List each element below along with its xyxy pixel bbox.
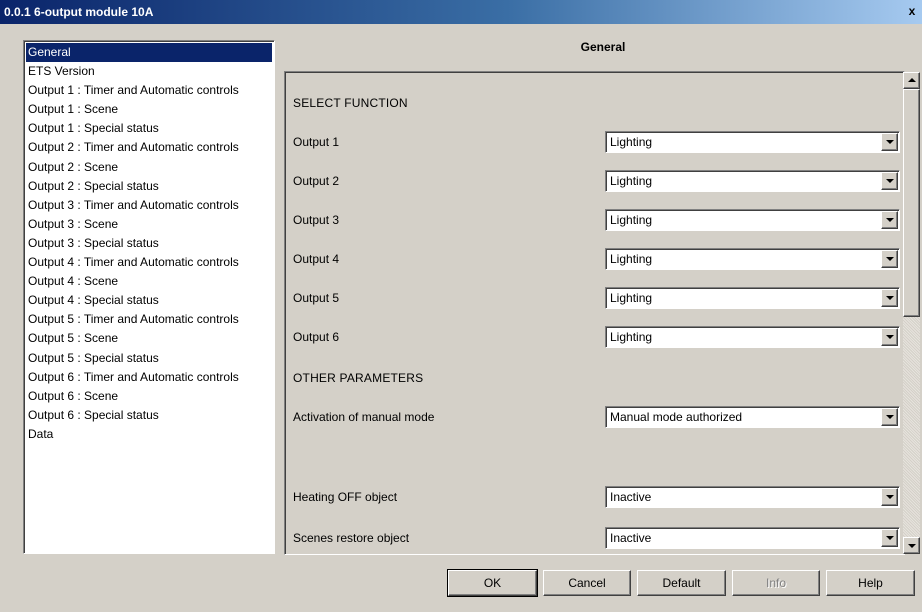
tree-item[interactable]: Output 2 : Scene (26, 158, 272, 177)
section-select-function: SELECT FUNCTION (293, 96, 408, 110)
output-6-value: Lighting (610, 330, 653, 344)
info-button[interactable]: Info (732, 570, 820, 596)
chevron-down-icon[interactable] (881, 250, 898, 268)
output-6-label: Output 6 (293, 330, 340, 344)
output-1-value: Lighting (610, 135, 653, 149)
section-other-parameters: OTHER PARAMETERS (293, 371, 424, 385)
output-5-row: Output 5 Lighting (293, 287, 900, 311)
heating-off-select[interactable]: Inactive (605, 486, 900, 508)
output-3-value: Lighting (610, 213, 653, 227)
tree-item[interactable]: Output 4 : Scene (26, 272, 272, 291)
tree-item[interactable]: Data (26, 425, 272, 444)
parameter-tree[interactable]: General ETS Version Output 1 : Timer and A… (23, 40, 275, 554)
tree-item[interactable]: Output 2 : Special status (26, 177, 272, 196)
ok-button[interactable]: OK (447, 569, 538, 597)
output-2-row: Output 2 Lighting (293, 170, 900, 194)
scroll-up-button[interactable] (903, 72, 920, 89)
output-3-row: Output 3 Lighting (293, 209, 900, 233)
chevron-down-icon[interactable] (881, 488, 898, 506)
tree-item[interactable]: Output 3 : Timer and Automatic controls (26, 196, 272, 215)
arrow-down-icon (908, 544, 916, 548)
tree-item[interactable]: ETS Version (26, 62, 272, 81)
heating-off-label: Heating OFF object (293, 490, 398, 504)
tree-item[interactable]: Output 4 : Special status (26, 291, 272, 310)
tree-item[interactable]: Output 1 : Special status (26, 119, 272, 138)
chevron-down-icon[interactable] (881, 328, 898, 346)
tree-item[interactable]: Output 5 : Special status (26, 349, 272, 368)
output-2-label: Output 2 (293, 174, 340, 188)
tree-item[interactable]: Output 1 : Scene (26, 100, 272, 119)
chevron-down-icon[interactable] (881, 289, 898, 307)
cancel-button[interactable]: Cancel (543, 570, 631, 596)
scenes-restore-select[interactable]: Inactive (605, 527, 900, 549)
chevron-down-icon[interactable] (881, 172, 898, 190)
tree-item[interactable]: Output 6 : Special status (26, 406, 272, 425)
output-4-value: Lighting (610, 252, 653, 266)
manual-mode-label: Activation of manual mode (293, 410, 435, 424)
output-6-select[interactable]: Lighting (605, 326, 900, 348)
output-3-label: Output 3 (293, 213, 340, 227)
scenes-restore-row: Scenes restore object Inactive (293, 527, 900, 551)
scrollbar-thumb[interactable] (903, 89, 920, 317)
output-5-label: Output 5 (293, 291, 340, 305)
close-button[interactable]: x (904, 4, 920, 18)
manual-mode-select[interactable]: Manual mode authorized (605, 406, 900, 428)
scenes-restore-value: Inactive (610, 531, 652, 545)
output-2-value: Lighting (610, 174, 653, 188)
chevron-down-icon[interactable] (881, 529, 898, 547)
output-1-select[interactable]: Lighting (605, 131, 900, 153)
tree-item[interactable]: Output 4 : Timer and Automatic controls (26, 253, 272, 272)
scenes-restore-label: Scenes restore object (293, 531, 410, 545)
tree-item[interactable]: Output 6 : Timer and Automatic controls (26, 368, 272, 387)
output-2-select[interactable]: Lighting (605, 170, 900, 192)
tree-item[interactable]: General (26, 43, 272, 63)
arrow-up-icon (908, 78, 916, 82)
scroll-down-button[interactable] (903, 537, 920, 554)
manual-mode-value: Manual mode authorized (610, 410, 743, 424)
tree-item[interactable]: Output 5 : Scene (26, 329, 272, 348)
window-title: 0.0.1 6-output module 10A (4, 5, 154, 19)
output-1-row: Output 1 Lighting (293, 131, 900, 155)
vertical-scrollbar[interactable] (903, 72, 920, 554)
output-4-label: Output 4 (293, 252, 340, 266)
output-5-value: Lighting (610, 291, 653, 305)
tree-item[interactable]: Output 3 : Special status (26, 234, 272, 253)
title-bar: 0.0.1 6-output module 10A x (0, 0, 922, 24)
chevron-down-icon[interactable] (881, 211, 898, 229)
output-5-select[interactable]: Lighting (605, 287, 900, 309)
chevron-down-icon[interactable] (881, 133, 898, 151)
tree-item[interactable]: Output 1 : Timer and Automatic controls (26, 81, 272, 100)
parameter-panel: SELECT FUNCTION Output 1 Lighting Output… (284, 71, 905, 555)
help-button[interactable]: Help (826, 570, 915, 596)
panel-title: General (580, 40, 626, 54)
output-4-select[interactable]: Lighting (605, 248, 900, 270)
tree-item[interactable]: Output 3 : Scene (26, 215, 272, 234)
tree-item[interactable]: Output 6 : Scene (26, 387, 272, 406)
default-button[interactable]: Default (637, 570, 726, 596)
output-6-row: Output 6 Lighting (293, 326, 900, 350)
output-4-row: Output 4 Lighting (293, 248, 900, 272)
tree-item[interactable]: Output 2 : Timer and Automatic controls (26, 138, 272, 157)
heating-off-row: Heating OFF object Inactive (293, 486, 900, 510)
output-1-label: Output 1 (293, 135, 340, 149)
output-3-select[interactable]: Lighting (605, 209, 900, 231)
tree-item[interactable]: Output 5 : Timer and Automatic controls (26, 310, 272, 329)
manual-mode-row: Activation of manual mode Manual mode au… (293, 406, 900, 430)
chevron-down-icon[interactable] (881, 408, 898, 426)
heating-off-value: Inactive (610, 490, 652, 504)
